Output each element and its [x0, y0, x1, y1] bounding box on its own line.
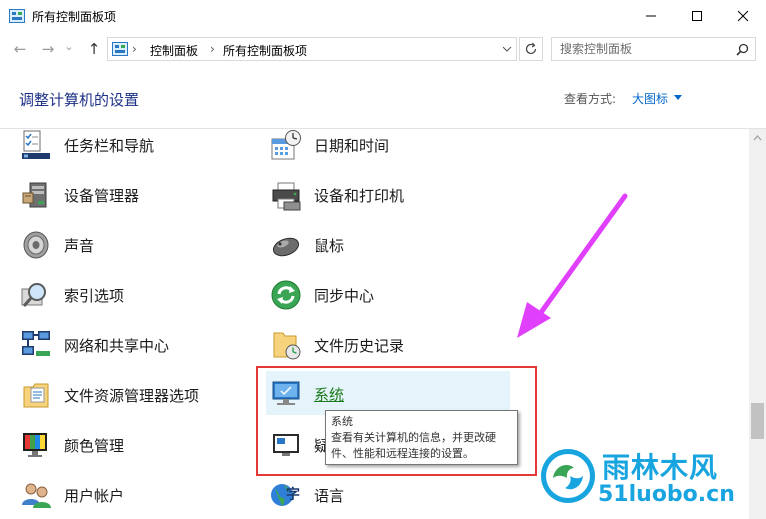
maximize-button[interactable]: [674, 0, 720, 32]
scroll-up-button[interactable]: [749, 129, 766, 146]
item-file-history[interactable]: 文件历史记录: [270, 326, 510, 366]
item-label: 声音: [64, 237, 95, 255]
network-icon: [22, 331, 50, 356]
item-label: 任务栏和导航: [64, 137, 155, 155]
item-date-time[interactable]: 日期和时间: [270, 126, 510, 166]
window-title: 所有控制面板项: [32, 10, 117, 24]
item-device-manager[interactable]: 设备管理器: [20, 176, 250, 216]
forward-button[interactable]: →: [38, 39, 58, 59]
title-bar: 所有控制面板项: [0, 0, 766, 32]
item-label: 文件资源管理器选项: [64, 387, 200, 405]
tooltip-title: 系统: [331, 415, 353, 428]
speaker-icon: [23, 231, 49, 259]
chevron-down-icon[interactable]: [674, 95, 682, 100]
recent-locations-button[interactable]: ⌄: [62, 36, 76, 56]
folder-options-icon: [23, 383, 49, 408]
calendar-clock-icon: [271, 130, 301, 160]
vertical-scrollbar[interactable]: [749, 129, 766, 519]
taskbar-icon: [22, 130, 50, 159]
up-arrow-icon: ↑: [87, 40, 101, 58]
breadcrumb-separator: ›: [132, 42, 137, 56]
annotation-arrow: [517, 193, 628, 338]
svg-text:字: 字: [286, 486, 300, 503]
item-label: 同步中心: [314, 287, 375, 305]
chevron-down-icon: ⌄: [64, 39, 74, 53]
back-arrow-icon: ←: [13, 40, 27, 58]
item-taskbar-navigation[interactable]: 任务栏和导航: [20, 126, 250, 166]
refresh-icon: [525, 42, 537, 55]
breadcrumb-separator: ›: [210, 42, 215, 56]
chevron-up-icon: [753, 134, 762, 140]
watermark-logo-icon: [541, 449, 595, 503]
item-label: 鼠标: [314, 237, 345, 255]
scrollbar-thumb[interactable]: [751, 403, 764, 439]
item-label: 用户帐户: [64, 487, 125, 505]
back-button[interactable]: ←: [10, 39, 30, 59]
item-label: 网络和共享中心: [64, 337, 170, 355]
control-panel-icon: [9, 9, 25, 23]
close-icon: [737, 10, 749, 22]
item-label: 语言: [314, 487, 345, 505]
address-dropdown-button[interactable]: [497, 38, 517, 60]
printer-icon: [272, 182, 301, 211]
chevron-down-icon: [502, 46, 512, 52]
watermark-brand: 雨林木风: [602, 451, 719, 484]
page-title: 调整计算机的设置: [19, 91, 140, 109]
item-label: 日期和时间: [314, 137, 390, 155]
indexing-icon: [21, 283, 46, 307]
item-language[interactable]: 字 语言: [270, 476, 510, 516]
item-color-management[interactable]: 颜色管理: [20, 426, 250, 466]
item-user-accounts[interactable]: 用户帐户: [20, 476, 250, 516]
view-by-label: 查看方式:: [564, 92, 617, 106]
breadcrumb-control-panel[interactable]: 控制面板: [150, 42, 198, 59]
file-history-icon: [273, 332, 301, 360]
maximize-icon: [692, 11, 702, 21]
tooltip-line: 查看有关计算机的信息，并更改硬: [331, 431, 496, 444]
user-accounts-icon: [22, 483, 51, 508]
close-button[interactable]: [720, 0, 766, 32]
minimize-button[interactable]: [628, 0, 674, 32]
search-icon[interactable]: [736, 43, 749, 56]
control-panel-icon: [112, 42, 128, 56]
item-label: 文件历史记录: [314, 337, 405, 355]
mouse-icon: [272, 237, 300, 257]
item-label: 设备和打印机: [314, 187, 405, 205]
watermark-url: 51luobo.cn: [598, 482, 735, 507]
color-management-icon: [23, 433, 47, 457]
tooltip-line: 件、性能和远程连接的设置。: [331, 447, 474, 460]
item-label: 颜色管理: [64, 437, 125, 455]
item-sound[interactable]: 声音: [20, 226, 250, 266]
item-mouse[interactable]: 鼠标: [270, 226, 510, 266]
tooltip: 系统 查看有关计算机的信息，并更改硬 件、性能和远程连接的设置。: [325, 410, 518, 465]
watermark: 雨林木风 51luobo.cn: [540, 446, 750, 512]
device-manager-icon: [22, 182, 47, 208]
forward-arrow-icon: →: [41, 40, 55, 58]
item-sync-center[interactable]: 同步中心: [270, 276, 510, 316]
refresh-button[interactable]: [519, 37, 543, 61]
item-label: 设备管理器: [64, 187, 140, 205]
minimize-icon: [646, 15, 656, 17]
view-by-dropdown[interactable]: 大图标: [632, 90, 668, 107]
item-label: 索引选项: [64, 287, 125, 305]
search-box[interactable]: [551, 37, 756, 61]
breadcrumb-all-items[interactable]: 所有控制面板项: [223, 42, 307, 59]
up-button[interactable]: ↑: [84, 39, 104, 59]
item-file-explorer-options[interactable]: 文件资源管理器选项: [20, 376, 250, 416]
item-indexing-options[interactable]: 索引选项: [20, 276, 250, 316]
search-input[interactable]: [560, 40, 725, 58]
sync-icon: [271, 280, 301, 310]
item-devices-printers[interactable]: 设备和打印机: [270, 176, 510, 216]
item-network-sharing-center[interactable]: 网络和共享中心: [20, 326, 250, 366]
address-bar[interactable]: › 控制面板 › 所有控制面板项: [107, 37, 517, 61]
language-icon: 字: [271, 484, 300, 506]
